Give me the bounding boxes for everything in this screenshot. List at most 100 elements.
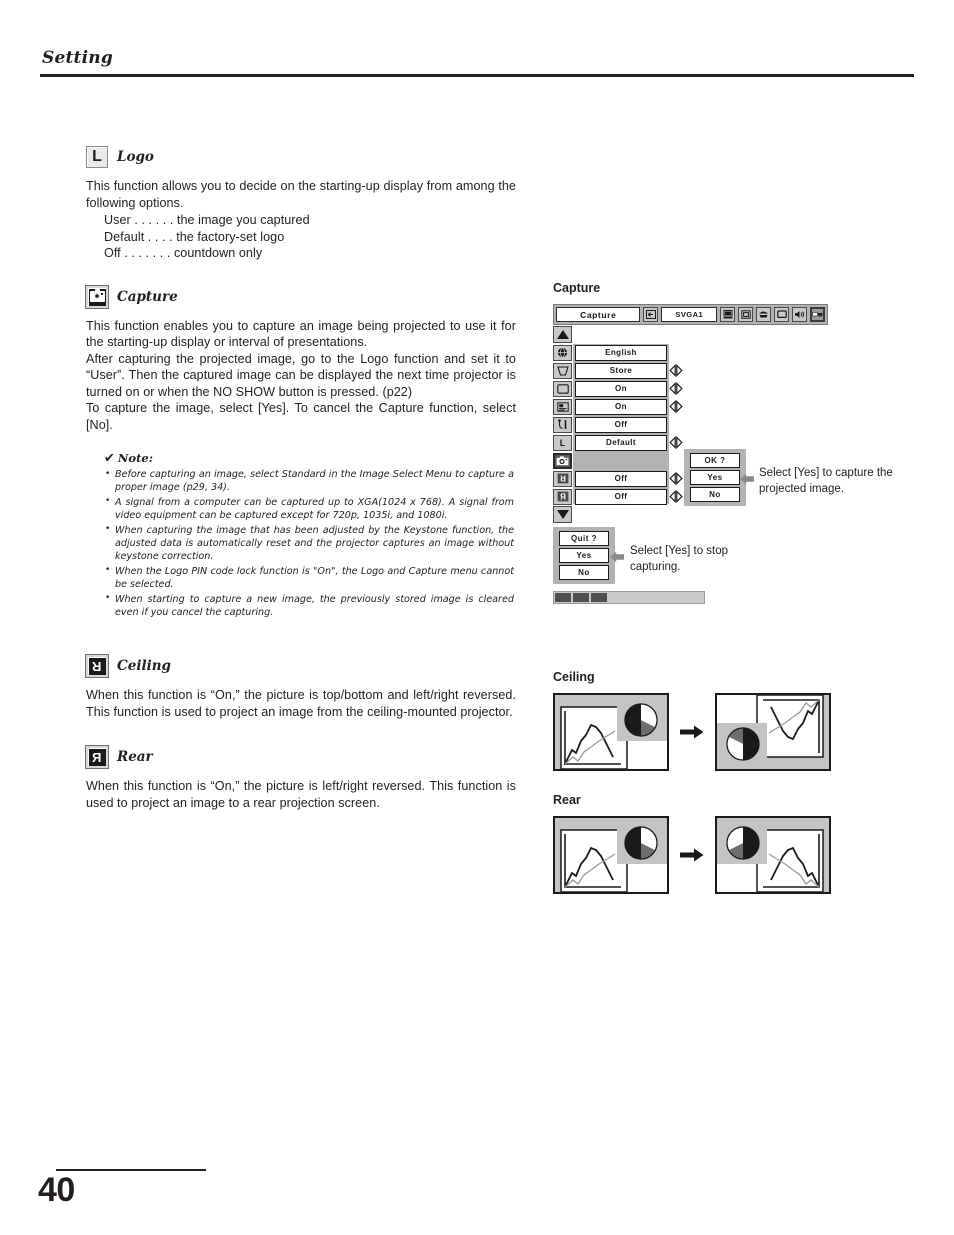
section-capture-title: Capture (117, 288, 178, 305)
osd-row-value[interactable]: Off (575, 488, 667, 505)
section-capture-heading: Capture (85, 284, 516, 309)
figure-caption-capture: Capture (553, 281, 601, 295)
camera-glyph (89, 288, 105, 302)
osd-quit-dialog: Quit ? Yes No (553, 527, 615, 584)
osd-row-value[interactable]: Off (575, 416, 667, 433)
section-logo-heading: L Logo (86, 146, 516, 168)
figure-caption-rear: Rear (553, 793, 581, 807)
adjust-lr-icon[interactable] (669, 382, 683, 396)
adjust-lr-icon[interactable] (669, 490, 683, 504)
ok-yes-button[interactable]: Yes (690, 470, 740, 485)
logo-option: User . . . . . . the image you captured (104, 213, 310, 227)
progress-segment (573, 593, 589, 602)
adjust-lr-icon[interactable] (669, 472, 683, 486)
quit-prompt-label: Quit ? (559, 531, 609, 546)
ceiling-arrow-wrap (679, 725, 705, 739)
keystone-icon (553, 362, 572, 379)
triangle-down-icon (556, 510, 569, 519)
page-number: 40 (38, 1171, 75, 1210)
svg-text:R: R (559, 474, 565, 483)
arrow-right-icon (680, 848, 704, 862)
note-item: When starting to capture a new image, th… (104, 592, 514, 620)
image-icon[interactable] (774, 307, 789, 322)
osd-row-blue-back[interactable]: On (553, 380, 683, 397)
osd-row-keystone[interactable]: Store (553, 362, 683, 379)
ok-prompt-label: OK ? (690, 453, 740, 468)
osd-row-capture[interactable] (553, 452, 683, 469)
setting-icon[interactable] (810, 307, 825, 322)
note-item: When the Logo PIN code lock function is … (104, 564, 514, 592)
camera-icon (85, 284, 109, 309)
figure-caption-ceiling: Ceiling (553, 670, 595, 684)
check-icon: ✔ (104, 451, 115, 466)
progress-segment (555, 593, 571, 602)
osd-source-value[interactable]: SVGA1 (661, 307, 717, 322)
section-rear: R Rear When this function is “On,” the p… (85, 745, 516, 811)
page-header: Setting (40, 48, 914, 77)
note-list: Before capturing an image, select Standa… (104, 468, 514, 619)
sound-icon[interactable] (792, 307, 807, 322)
logo-L-icon: L (86, 146, 108, 168)
quit-yes-button[interactable]: Yes (559, 548, 609, 563)
adjust-lr-icon[interactable] (669, 400, 683, 414)
osd-row-logo[interactable]: L Default (553, 434, 683, 451)
capture-paragraph: This function enables you to capture an … (86, 318, 516, 350)
section-ceiling-body: When this function is “On,” the picture … (86, 687, 516, 720)
quit-no-button[interactable]: No (559, 565, 609, 580)
osd-row-value[interactable]: Off (575, 470, 667, 487)
screen-icon[interactable] (738, 307, 753, 322)
osd-row-display[interactable]: On (553, 398, 683, 415)
blue-back-icon (553, 380, 572, 397)
rear-figure-row (553, 816, 831, 894)
note-item: Before capturing an image, select Standa… (104, 468, 514, 495)
capture-progress-bar (553, 591, 705, 604)
osd-row-value[interactable]: Store (575, 362, 667, 379)
figure-rear: Rear (553, 793, 831, 894)
adjust-lr-icon[interactable] (669, 364, 683, 378)
left-column: L Logo This function allows you to decid… (85, 146, 516, 811)
logo-paragraph: This function allows you to decide on th… (86, 179, 516, 210)
page-footer: 40 (38, 1169, 218, 1209)
section-rear-body: When this function is “On,” the picture … (86, 778, 516, 811)
ok-no-button[interactable]: No (690, 487, 740, 502)
osd-scroll-down-button[interactable] (553, 506, 572, 523)
ceiling-after-image (715, 693, 831, 771)
section-logo: L Logo This function allows you to decid… (86, 146, 516, 262)
rear-icon: R (553, 488, 572, 505)
section-ceiling-title: Ceiling (117, 658, 171, 675)
osd-quit-callout: Select [Yes] to stop capturing. (630, 545, 729, 573)
rear-after-image (715, 816, 831, 894)
osd-row-menu-position[interactable]: Off (553, 416, 683, 433)
capture-paragraph: After capturing the projected image, go … (86, 351, 516, 399)
osd-row-language[interactable]: English (553, 344, 683, 361)
adjust-lr-icon[interactable] (669, 436, 683, 450)
logo-L-icon: L (553, 434, 572, 451)
computer-icon[interactable] (720, 307, 735, 322)
logo-option: Default . . . . the factory-set logo (104, 229, 285, 244)
osd-row-value-blank (575, 452, 667, 469)
progress-segment (591, 593, 607, 602)
input-icon[interactable] (643, 307, 659, 322)
rear-paragraph: When this function is “On,” the picture … (86, 779, 516, 810)
osd-row-value[interactable]: English (575, 344, 667, 361)
osd-topbar: Capture SVGA1 (553, 304, 828, 325)
ceiling-before-image (553, 693, 669, 771)
osd-ok-callout: Select [Yes] to capture the projected im… (759, 467, 893, 495)
osd-row-value[interactable]: On (575, 398, 667, 415)
osd-row-rear[interactable]: R Off (553, 488, 683, 505)
capture-paragraph: To capture the image, select [Yes]. To c… (86, 401, 516, 432)
camera-icon (553, 452, 572, 469)
osd-capture-menu: Capture SVGA1 English Store On On Off L … (553, 304, 893, 604)
section-ceiling: R Ceiling When this function is “On,” th… (85, 654, 516, 720)
page-title: Setting (42, 48, 113, 68)
osd-row-value[interactable]: On (575, 380, 667, 397)
osd-row-ceiling[interactable]: R Off (553, 470, 683, 487)
osd-scroll-up-button[interactable] (553, 326, 572, 343)
osd-body: English Store On On Off L Default R Off … (553, 326, 893, 604)
osd-menu-title: Capture (556, 307, 641, 322)
ceiling-paragraph: When this function is “On,” the picture … (86, 688, 516, 719)
logo-icon-letter: L (92, 148, 102, 165)
osd-row-value[interactable]: Default (575, 434, 667, 451)
logo-options: User . . . . . . the image you captured … (104, 212, 516, 262)
color-icon[interactable] (756, 307, 771, 322)
